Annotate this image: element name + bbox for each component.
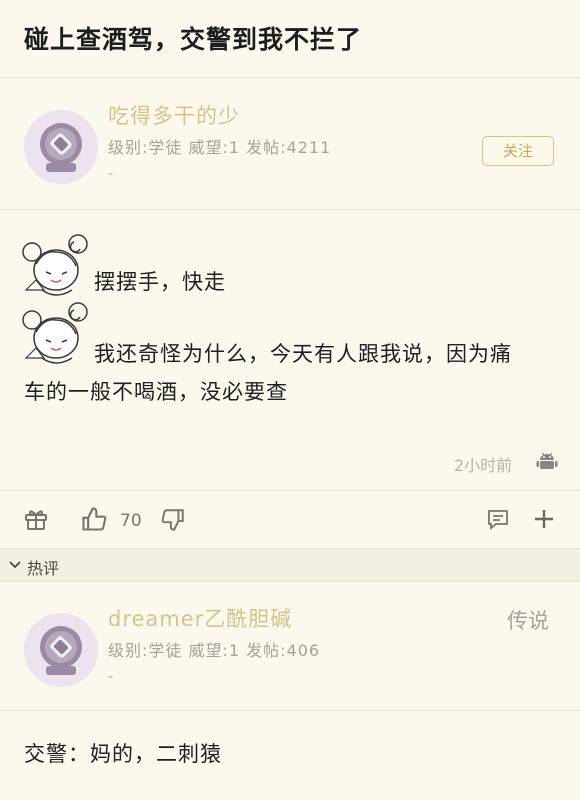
hot-comments-label: 热评 [27,559,60,578]
android-icon [536,450,558,472]
title-bar: 碰上查酒驾，交警到我不拦了 [0,0,580,78]
post-timestamp: 2小时前 [454,456,513,475]
post-body: 摆摆手，快走 我还奇怪为什么，今天有人跟我说，因为痛 车的一般不喝酒，没必要查 … [0,212,580,490]
comment-author-name[interactable]: dreamer乙酰胆碱 [108,603,292,633]
avatar[interactable] [24,110,98,184]
post-line-2: 我还奇怪为什么，今天有人跟我说，因为痛 [94,342,512,366]
hot-comments-header[interactable]: 热评 [0,548,580,582]
post-action-bar: 70 [0,490,580,548]
comment-text: 交警：妈的，二刺猿 [24,742,222,766]
comment-author-card: dreamer乙酰胆碱 级别:学徒 威望:1 发帖:406 - 传说 [0,583,580,711]
plus-icon[interactable] [532,507,556,531]
anime-sticker-image [20,232,94,302]
thumbs-up-icon[interactable] [80,505,108,533]
comment-author-meta: 级别:学徒 威望:1 发帖:406 [108,641,321,660]
post-author-card: 吃得多干的少 级别:学徒 威望:1 发帖:4211 - 关注 [0,80,580,210]
post-line-3: 车的一般不喝酒，没必要查 [24,380,288,404]
rank-badge: 传说 [507,609,549,633]
post-author-meta: 级别:学徒 威望:1 发帖:4211 [108,138,332,157]
comment-author-dash: - [108,669,114,685]
avatar[interactable] [24,613,98,687]
like-count: 70 [120,511,142,531]
chevron-down-icon [8,557,22,576]
post-author-name[interactable]: 吃得多干的少 [108,100,240,130]
post-author-dash: - [108,166,114,182]
thumbs-down-icon[interactable] [160,507,186,533]
gift-icon[interactable] [24,507,48,531]
post-line-1: 摆摆手，快走 [94,270,226,294]
page-title: 碰上查酒驾，交警到我不拦了 [24,25,363,54]
anime-sticker-image [20,300,94,370]
comment-icon[interactable] [486,507,510,531]
follow-button[interactable]: 关注 [482,136,554,166]
